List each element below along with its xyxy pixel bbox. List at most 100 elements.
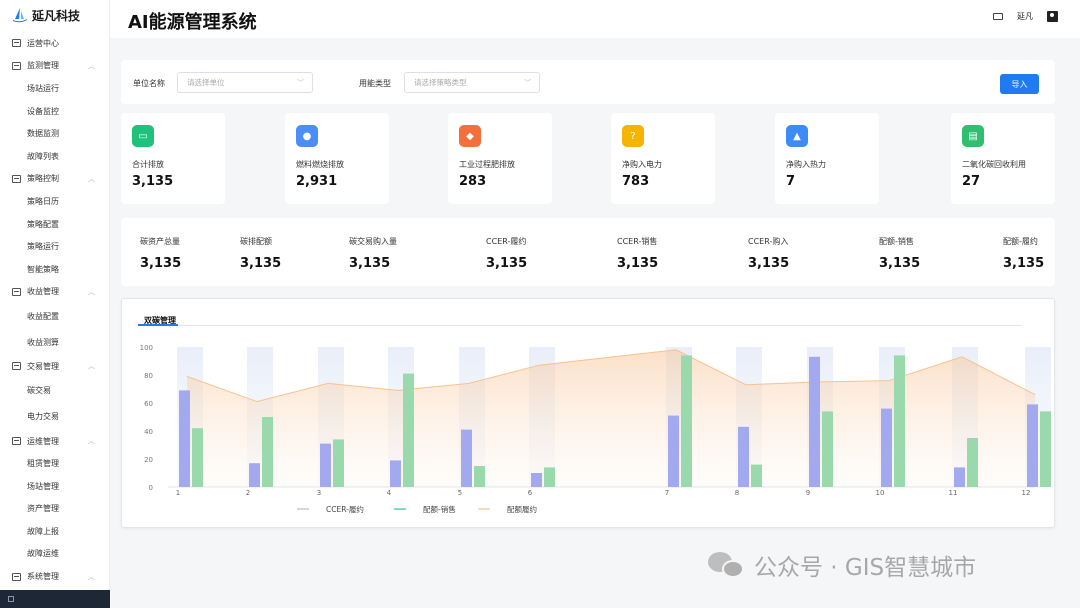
- x-tick-label: 9: [806, 489, 810, 497]
- metric-value: 3,135: [486, 256, 528, 271]
- sidebar-item[interactable]: 策略配置: [0, 213, 109, 236]
- sidebar-item[interactable]: 电力交易: [0, 404, 109, 430]
- stat-value: 7: [786, 174, 796, 189]
- chart-panel: 双碳管理 0 20 40 60 80 100 1 2 3 4 5 6 7 8 9 10 11 12 CCER-履约配…: [121, 298, 1055, 528]
- stat-label: 燃料燃烧排放: [296, 160, 344, 169]
- sidebar-item-label: 收益测算: [27, 337, 59, 347]
- message-icon[interactable]: [993, 13, 1003, 20]
- sidebar-item-label: 数据监测: [27, 129, 59, 139]
- sidebar-item[interactable]: 故障运维: [0, 543, 109, 566]
- stat-card: ◆ 工业过程肥排放 283: [448, 113, 552, 204]
- sidebar-item[interactable]: 碳交易: [0, 378, 109, 404]
- menu-group-icon: [12, 39, 21, 48]
- sidebar-footer: [0, 590, 110, 608]
- y-tick-label: 20: [144, 456, 153, 464]
- metric-label: 配额-履约: [1003, 237, 1038, 246]
- sidebar-item-label: 收益管理: [27, 287, 59, 297]
- sidebar-group[interactable]: 运维管理 ︿: [0, 430, 109, 453]
- bar-ccer-fulfillment: [249, 463, 260, 487]
- sidebar-item[interactable]: 场站管理: [0, 475, 109, 498]
- metric-item: 碳排配额 3,135: [240, 218, 360, 286]
- sidebar-item-label: 电力交易: [27, 412, 59, 422]
- sidebar-item-label: 系统管理: [27, 572, 59, 582]
- metric-value: 3,135: [617, 256, 659, 271]
- sidebar-item-label: 碳交易: [27, 386, 51, 396]
- stat-value: 3,135: [132, 174, 174, 189]
- brand-name: 延凡科技: [32, 8, 81, 23]
- brand-logo[interactable]: 延凡科技: [0, 0, 109, 30]
- sidebar-item[interactable]: 策略运行: [0, 235, 109, 258]
- metric-item: CCER-履约 3,135: [486, 218, 606, 286]
- stat-label: 合计排放: [132, 160, 164, 169]
- bar-quota-sales: [894, 355, 905, 487]
- stat-label: 净购入热力: [786, 160, 826, 169]
- y-tick-label: 60: [144, 400, 153, 408]
- sidebar-item[interactable]: 资产管理: [0, 498, 109, 521]
- collapse-icon[interactable]: [8, 596, 14, 602]
- page-title: AI能源管理系统: [128, 12, 257, 33]
- stat-card: ? 净购入电力 783: [611, 113, 715, 204]
- stat-value: 27: [962, 174, 981, 189]
- watermark: 公众号 · GIS智慧城市: [708, 548, 976, 582]
- user-avatar-icon[interactable]: [1047, 11, 1058, 22]
- sidebar-item-label: 资产管理: [27, 504, 59, 514]
- sidebar: 延凡科技 运营中心 监测管理 ︿ 场站运行 设备监控 数据监测 故障列表 策略控制 ︿ 策略日历策…: [0, 0, 110, 608]
- sidebar-item[interactable]: 场站运行: [0, 77, 109, 100]
- metric-item: 碳交易购入量 3,135: [349, 218, 469, 286]
- watermark-text: 公众号 · GIS智慧城市: [754, 555, 977, 581]
- screen-icon: ▭: [132, 125, 154, 147]
- sidebar-group[interactable]: 运营中心: [0, 32, 109, 55]
- x-tick-label: 8: [735, 489, 739, 497]
- sidebar-item[interactable]: 故障列表: [0, 145, 109, 168]
- import-button[interactable]: 导入: [1000, 74, 1039, 94]
- y-tick-label: 0: [149, 484, 153, 492]
- chevron-up-icon: ︿: [88, 572, 95, 581]
- energy-type-select[interactable]: 请选择策略类型 ﹀: [404, 72, 540, 93]
- graduation-icon: ▲: [786, 125, 808, 147]
- metric-value: 3,135: [140, 256, 182, 271]
- sidebar-group[interactable]: 收益管理 ︿: [0, 281, 109, 304]
- bar-quota-sales: [403, 373, 414, 487]
- stat-value: 283: [459, 174, 487, 189]
- sidebar-group[interactable]: 监测管理 ︿: [0, 55, 109, 78]
- sidebar-item[interactable]: 收益配置: [0, 303, 109, 329]
- chevron-up-icon: ︿: [88, 174, 95, 183]
- sidebar-item-label: 运营中心: [27, 38, 59, 48]
- legend-label: 配额履约: [507, 504, 537, 514]
- menu-group-icon: [12, 287, 21, 296]
- sidebar-item[interactable]: 故障上报: [0, 520, 109, 543]
- stat-card: ● 燃料燃烧排放 2,931: [285, 113, 389, 204]
- sidebar-group[interactable]: 策略控制 ︿: [0, 168, 109, 191]
- stat-value: 783: [622, 174, 650, 189]
- bar-ccer-fulfillment: [668, 415, 679, 487]
- bar-ccer-fulfillment: [179, 390, 190, 487]
- sidebar-item-label: 收益配置: [27, 311, 59, 321]
- tab-divider: [138, 325, 1022, 326]
- x-tick-label: 11: [949, 489, 958, 497]
- sidebar-item[interactable]: 智能策略: [0, 258, 109, 281]
- sidebar-item[interactable]: 租赁管理: [0, 452, 109, 475]
- sidebar-item-label: 场站运行: [27, 83, 59, 93]
- stat-label: 二氧化碳回收利用: [962, 160, 1026, 169]
- sidebar-item-label: 场站管理: [27, 481, 59, 491]
- bar-quota-sales: [751, 464, 762, 487]
- menu-group-icon: [12, 174, 21, 183]
- bar-ccer-fulfillment: [1027, 404, 1038, 487]
- chevron-up-icon: ︿: [88, 437, 95, 446]
- sidebar-item[interactable]: 收益测算: [0, 329, 109, 355]
- bar-quota-sales: [474, 466, 485, 487]
- sidebar-item[interactable]: 设备监控: [0, 100, 109, 123]
- sidebar-item[interactable]: 策略日历: [0, 190, 109, 213]
- sidebar-group[interactable]: 系统管理 ︿: [0, 565, 109, 588]
- user-name[interactable]: 延凡: [1017, 11, 1033, 22]
- metric-item: 配额-销售 3,135: [879, 218, 999, 286]
- bar-quota-sales: [544, 467, 555, 487]
- metric-value: 3,135: [240, 256, 282, 271]
- metric-label: CCER-购入: [748, 237, 789, 246]
- sidebar-item-label: 租赁管理: [27, 459, 59, 469]
- unit-select[interactable]: 请选择单位 ﹀: [177, 72, 313, 93]
- metric-label: 碳资产总量: [140, 237, 180, 246]
- sidebar-item[interactable]: 数据监测: [0, 122, 109, 145]
- carbon-metrics: 碳资产总量 3,135 碳排配额 3,135 碳交易购入量 3,135 CCER-履约 3,1…: [121, 218, 1055, 286]
- sidebar-group[interactable]: 交易管理 ︿: [0, 355, 109, 378]
